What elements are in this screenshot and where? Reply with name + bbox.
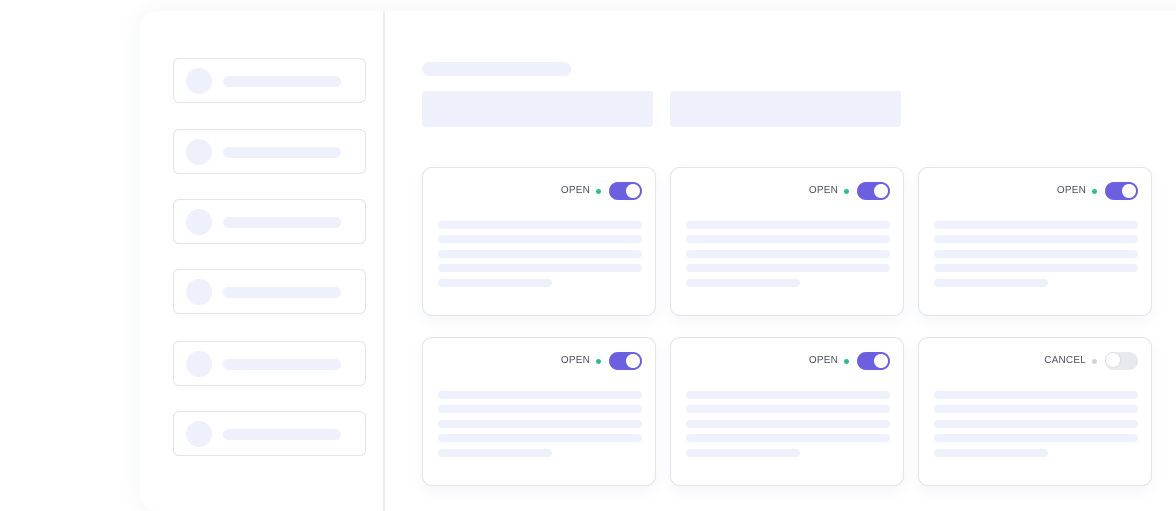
text-line-placeholder — [438, 235, 642, 243]
sidebar-item-2[interactable] — [173, 129, 366, 174]
status-dot-icon — [596, 358, 601, 364]
status-label: CANCEL — [1044, 355, 1086, 366]
text-line-placeholder — [438, 420, 642, 428]
text-line-placeholder — [438, 434, 642, 442]
sidebar-item-5[interactable] — [173, 341, 366, 386]
status-toggle[interactable] — [857, 352, 890, 370]
sidebar-item-6[interactable] — [173, 411, 366, 456]
card-status: OPEN — [561, 352, 642, 370]
status-dot-icon — [844, 188, 849, 194]
text-line-placeholder — [686, 405, 890, 413]
text-line-placeholder — [438, 250, 642, 258]
text-line-placeholder — [686, 221, 890, 229]
filter-field-placeholder[interactable] — [422, 91, 653, 127]
sidebar-item-4[interactable] — [173, 269, 366, 314]
status-dot-icon — [1092, 358, 1097, 364]
sidebar-item-avatar — [186, 351, 212, 377]
status-dot-icon — [596, 188, 601, 194]
text-line-placeholder — [934, 279, 1048, 287]
card: OPEN — [422, 167, 656, 316]
text-line-placeholder — [438, 221, 642, 229]
card: OPEN — [918, 167, 1152, 316]
text-line-placeholder — [686, 264, 890, 272]
status-label: OPEN — [1056, 185, 1086, 196]
text-line-placeholder — [686, 449, 800, 457]
sidebar-item-label-placeholder — [223, 147, 341, 158]
sidebar-item-avatar — [186, 139, 212, 165]
status-dot-icon — [844, 358, 849, 364]
app-window: OPEN OPEN OPEN OPEN OPEN CANCEL — [140, 11, 1176, 511]
sidebar-item-label-placeholder — [223, 217, 341, 228]
status-dot-icon — [1092, 188, 1097, 194]
toggle-knob — [626, 354, 640, 368]
card: CANCEL — [918, 337, 1152, 486]
card-status: OPEN — [1057, 182, 1138, 200]
text-line-placeholder — [686, 391, 890, 399]
text-line-placeholder — [934, 235, 1138, 243]
sidebar-item-label-placeholder — [223, 287, 341, 298]
card-status: OPEN — [561, 182, 642, 200]
text-line-placeholder — [438, 449, 552, 457]
text-line-placeholder — [934, 221, 1138, 229]
status-toggle[interactable] — [609, 352, 642, 370]
text-line-placeholder — [686, 420, 890, 428]
text-line-placeholder — [438, 405, 642, 413]
text-line-placeholder — [438, 279, 552, 287]
sidebar-item-avatar — [186, 209, 212, 235]
toggle-knob — [626, 184, 640, 198]
toggle-knob — [1122, 184, 1136, 198]
page-title-placeholder — [422, 62, 571, 76]
card: OPEN — [422, 337, 656, 486]
text-line-placeholder — [686, 250, 890, 258]
status-label: OPEN — [560, 355, 590, 366]
text-line-placeholder — [934, 405, 1138, 413]
text-line-placeholder — [934, 420, 1138, 428]
text-line-placeholder — [686, 235, 890, 243]
sidebar-item-3[interactable] — [173, 199, 366, 244]
text-line-placeholder — [934, 264, 1138, 272]
status-toggle[interactable] — [1105, 182, 1138, 200]
sidebar-item-1[interactable] — [173, 58, 366, 103]
status-toggle[interactable] — [609, 182, 642, 200]
sidebar-item-avatar — [186, 68, 212, 94]
text-line-placeholder — [686, 279, 800, 287]
status-label: OPEN — [808, 355, 838, 366]
card-status: OPEN — [809, 182, 890, 200]
card: OPEN — [670, 167, 904, 316]
toggle-knob — [874, 354, 888, 368]
text-line-placeholder — [438, 264, 642, 272]
text-line-placeholder — [686, 434, 890, 442]
sidebar — [140, 11, 385, 511]
sidebar-item-avatar — [186, 279, 212, 305]
status-toggle[interactable] — [1105, 352, 1138, 370]
text-line-placeholder — [438, 391, 642, 399]
status-label: OPEN — [560, 185, 590, 196]
toggle-knob — [1106, 353, 1120, 367]
card-status: OPEN — [809, 352, 890, 370]
filter-field-placeholder[interactable] — [670, 91, 901, 127]
text-line-placeholder — [934, 391, 1138, 399]
card: OPEN — [670, 337, 904, 486]
sidebar-item-label-placeholder — [223, 429, 341, 440]
sidebar-item-avatar — [186, 421, 212, 447]
card-status: CANCEL — [1044, 352, 1138, 370]
text-line-placeholder — [934, 449, 1048, 457]
toggle-knob — [874, 184, 888, 198]
status-toggle[interactable] — [857, 182, 890, 200]
sidebar-item-label-placeholder — [223, 359, 341, 370]
text-line-placeholder — [934, 434, 1138, 442]
sidebar-item-label-placeholder — [223, 76, 341, 87]
text-line-placeholder — [934, 250, 1138, 258]
status-label: OPEN — [808, 185, 838, 196]
